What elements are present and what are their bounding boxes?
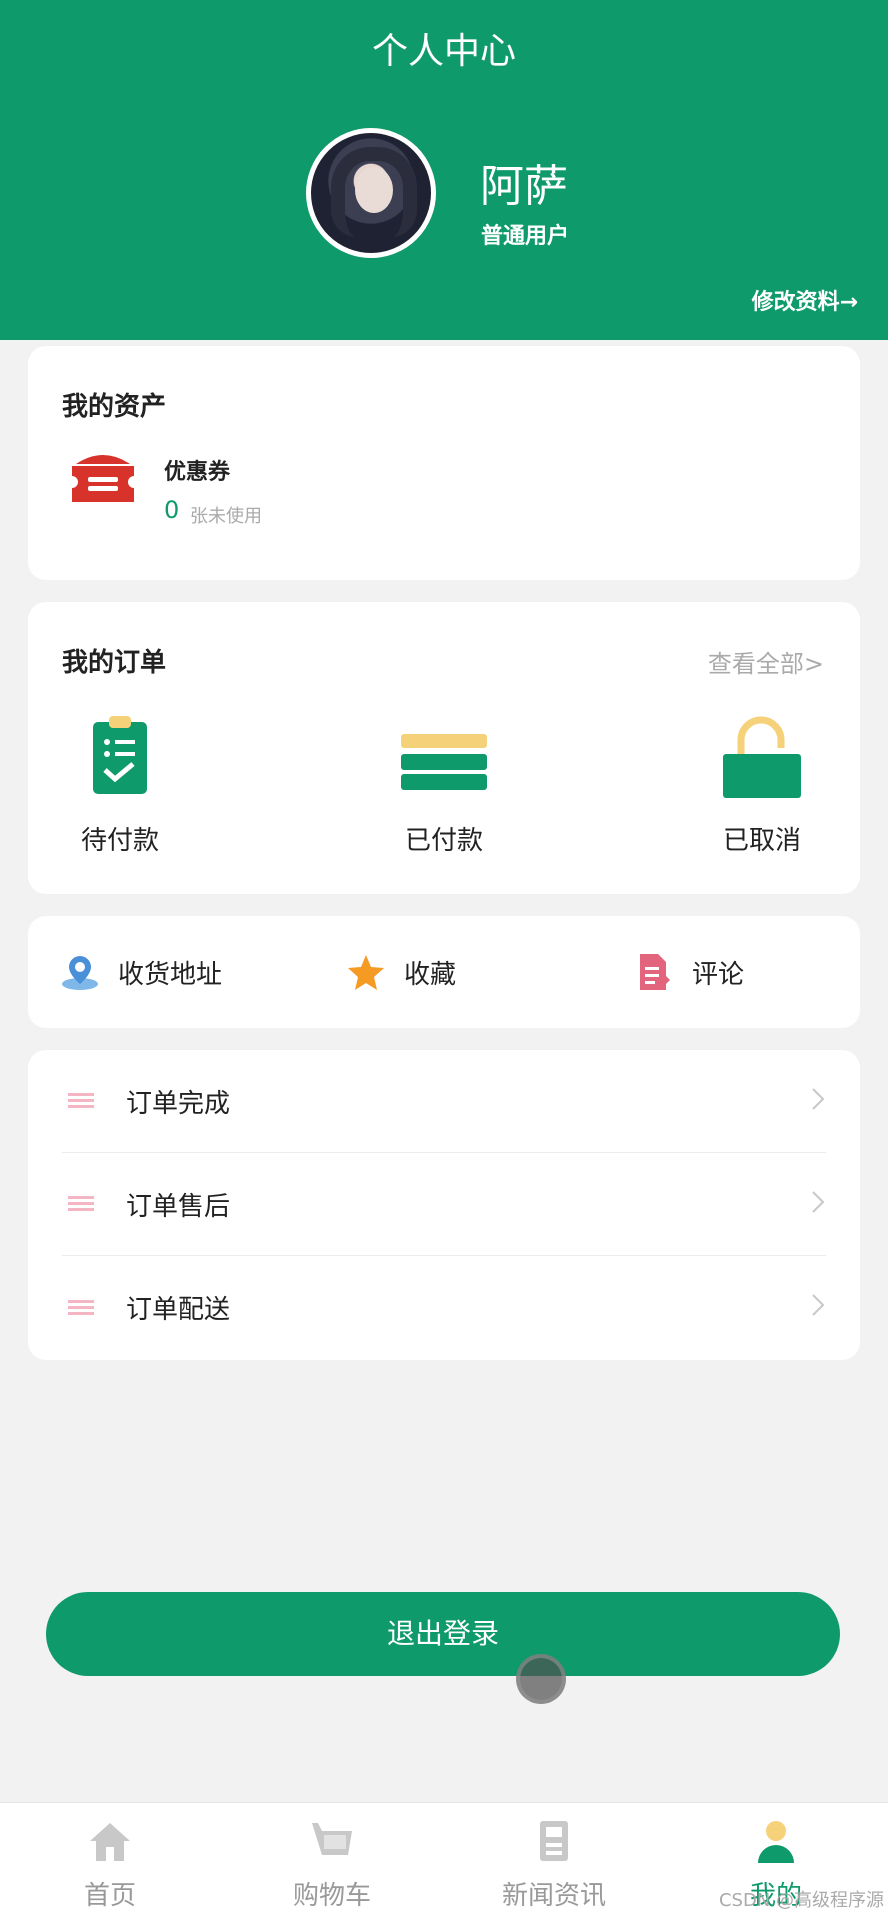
bottom-tab-bar: 首页 购物车 新闻资讯 我的 CSDN @高级程序源 bbox=[0, 1802, 888, 1916]
watermark: CSDN @高级程序源 bbox=[718, 1890, 884, 1911]
order-cancelled-label: 已取消 bbox=[722, 826, 801, 856]
touch-indicator bbox=[516, 1654, 566, 1704]
list-bars-icon bbox=[68, 1093, 94, 1109]
profile-header: 个人中心 阿萨 普通用户 修改资料→ bbox=[0, 0, 888, 340]
orders-title: 我的订单 bbox=[62, 648, 167, 678]
order-paid-label: 已付款 bbox=[404, 826, 483, 856]
menu-item-order-completed[interactable]: 订单完成 bbox=[62, 1050, 826, 1153]
news-icon bbox=[540, 1821, 568, 1861]
shortcut-comments-label: 评论 bbox=[692, 959, 745, 990]
tab-home-label: 首页 bbox=[83, 1881, 136, 1911]
orders-card: 我的订单 查看全部> 待付款 已付款 已取消 bbox=[28, 602, 860, 894]
shortcut-address-label: 收货地址 bbox=[118, 959, 223, 990]
coupon-label[interactable]: 优惠券 bbox=[164, 454, 230, 486]
edit-profile-link[interactable]: 修改资料→ bbox=[752, 284, 858, 316]
user-icon bbox=[758, 1821, 794, 1863]
clipboard-check-icon bbox=[93, 716, 147, 794]
tab-news-label: 新闻资讯 bbox=[501, 1881, 606, 1911]
shortcut-favorites-label: 收藏 bbox=[404, 959, 457, 990]
order-menu-card: 订单完成 订单售后 订单配送 bbox=[28, 1050, 860, 1360]
assets-title: 我的资产 bbox=[62, 392, 167, 422]
list-bars-icon bbox=[68, 1196, 94, 1212]
menu-item-after-sales[interactable]: 订单售后 bbox=[62, 1153, 826, 1256]
location-pin-icon bbox=[62, 956, 98, 990]
chevron-right-icon bbox=[812, 1088, 825, 1110]
view-all-orders-link[interactable]: 查看全部> bbox=[708, 644, 824, 679]
document-edit-icon bbox=[640, 954, 670, 990]
order-pending-payment-label: 待付款 bbox=[80, 826, 159, 856]
coupon-icon[interactable] bbox=[68, 450, 138, 508]
star-icon bbox=[348, 955, 384, 990]
tab-cart-label: 购物车 bbox=[292, 1881, 371, 1911]
shortcut-favorites[interactable]: 收藏 bbox=[346, 952, 456, 992]
chevron-right-icon bbox=[812, 1191, 825, 1213]
coupon-unit-label: 张未使用 bbox=[190, 506, 262, 527]
shortcut-address[interactable]: 收货地址 bbox=[60, 952, 222, 992]
menu-item-label: 订单售后 bbox=[126, 1191, 231, 1222]
avatar[interactable] bbox=[306, 128, 436, 258]
tab-home[interactable]: 首页 bbox=[30, 1817, 190, 1912]
order-cancelled[interactable]: 已取消 bbox=[692, 712, 832, 857]
unlocked-padlock-icon bbox=[723, 716, 801, 798]
logout-button[interactable]: 退出登录 bbox=[46, 1592, 840, 1676]
home-icon bbox=[90, 1823, 130, 1861]
user-type-label: 普通用户 bbox=[481, 224, 570, 249]
page-title: 个人中心 bbox=[371, 31, 516, 72]
list-bars-icon bbox=[68, 1299, 94, 1316]
order-paid[interactable]: 已付款 bbox=[374, 712, 514, 857]
menu-item-label: 订单配送 bbox=[126, 1295, 231, 1325]
username: 阿萨 bbox=[480, 161, 568, 212]
stacked-cards-icon bbox=[401, 734, 487, 790]
coupon-count: 0 bbox=[164, 496, 180, 524]
order-pending-payment[interactable]: 待付款 bbox=[50, 712, 190, 857]
shortcuts-card: 收货地址 收藏 评论 bbox=[28, 916, 860, 1028]
menu-item-delivery[interactable]: 订单配送 bbox=[62, 1256, 826, 1359]
cart-icon bbox=[312, 1823, 352, 1855]
shortcut-comments[interactable]: 评论 bbox=[634, 952, 744, 992]
chevron-right-icon bbox=[812, 1294, 825, 1316]
tab-news[interactable]: 新闻资讯 bbox=[474, 1817, 634, 1912]
assets-card: 我的资产 优惠券 0 张未使用 bbox=[28, 346, 860, 580]
menu-item-label: 订单完成 bbox=[126, 1088, 231, 1119]
tab-cart[interactable]: 购物车 bbox=[252, 1817, 412, 1912]
